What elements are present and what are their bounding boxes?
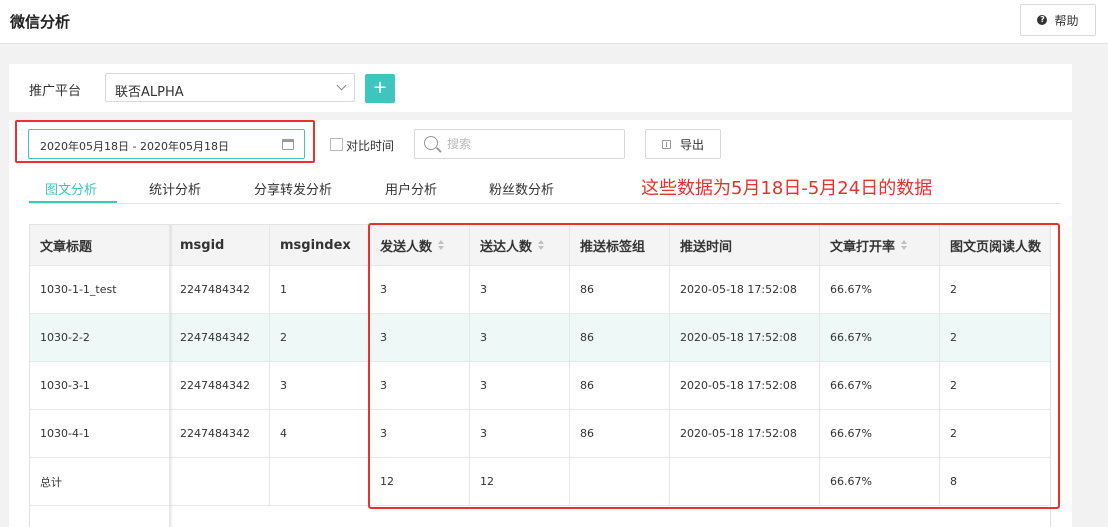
- tab-statistics-analysis[interactable]: 统计分析: [149, 179, 201, 198]
- cell-sent-count: 3: [370, 266, 470, 313]
- cell-msgid: 2247484342: [170, 362, 270, 409]
- cell-push-time: 2020-05-18 17:52:08: [670, 266, 820, 313]
- table-row: 1030-1-1_test 2247484342 1 3 3 86 2020-0…: [30, 266, 1050, 314]
- tab-share-analysis[interactable]: 分享转发分析: [254, 179, 332, 198]
- column-header-title: 文章标题: [30, 225, 170, 265]
- cell-msgid: [170, 458, 270, 505]
- cell-readers: 2: [950, 283, 957, 296]
- calendar-icon: [282, 139, 294, 150]
- search-input[interactable]: [447, 134, 617, 154]
- column-header-readers: 图文页阅读人数: [950, 239, 1042, 255]
- search-box: [414, 129, 625, 159]
- question-icon: ?: [1037, 15, 1048, 25]
- column-header-push-time: 推送时间: [670, 225, 820, 265]
- cell-msgid: 2247484342: [170, 266, 270, 313]
- annotation-note: 这些数据为5月18日-5月24日的数据: [641, 178, 933, 199]
- cell-tag-group: 86: [570, 410, 670, 457]
- platform-panel: 推广平台 联否ALPHA +: [9, 64, 1072, 112]
- column-header-delivered-count[interactable]: 送达人数: [470, 225, 570, 265]
- cell-readers: 8: [950, 475, 957, 488]
- cell-sent-count: 3: [370, 362, 470, 409]
- table-total-row: 总计 12 12 66.67% 8: [30, 458, 1050, 506]
- cell-msgindex: 1: [270, 266, 370, 313]
- export-icon: [661, 139, 671, 149]
- export-button[interactable]: 导出: [645, 129, 721, 159]
- cell-open-rate: 66.67%: [820, 410, 940, 457]
- help-button[interactable]: ? 帮助: [1020, 4, 1096, 36]
- cell-sent-count: 12: [370, 458, 470, 505]
- add-platform-button[interactable]: +: [365, 74, 395, 103]
- platform-label: 推广平台: [29, 84, 82, 99]
- table-row: 1030-3-1 2247484342 3 3 3 86 2020-05-18 …: [30, 362, 1050, 410]
- table-header-row: 文章标题 msgid msgindex 发送人数 送达人数 推送标签组 推送时间…: [30, 225, 1050, 266]
- top-bar: 微信分析 ? 帮助: [0, 0, 1108, 44]
- cell-sent-count: 3: [370, 314, 470, 361]
- cell-tag-group: 86: [570, 314, 670, 361]
- platform-select[interactable]: 联否ALPHA: [105, 73, 355, 102]
- chevron-down-icon: [336, 80, 347, 91]
- export-label: 导出: [679, 137, 704, 152]
- help-label: 帮助: [1054, 13, 1079, 28]
- cell-readers: 2: [950, 331, 957, 344]
- tab-article-analysis[interactable]: 图文分析: [45, 179, 97, 198]
- cell-title: 1030-3-1: [30, 362, 170, 409]
- cell-empty: [30, 506, 170, 527]
- cell-delivered-count: 3: [470, 314, 570, 361]
- cell-push-time: 2020-05-18 17:52:08: [670, 362, 820, 409]
- tab-fans-analysis[interactable]: 粉丝数分析: [489, 179, 554, 198]
- article-data-table: 文章标题 msgid msgindex 发送人数 送达人数 推送标签组 推送时间…: [29, 224, 1051, 527]
- cell-tag-group: 86: [570, 266, 670, 313]
- analysis-panel: 2020年05月18日 - 2020年05月18日 对比时间 导出 图文分析 统…: [9, 120, 1072, 527]
- cell-delivered-count: 3: [470, 410, 570, 457]
- cell-open-rate: 66.67%: [820, 458, 940, 505]
- cell-msgindex: 3: [270, 362, 370, 409]
- sort-icon[interactable]: [901, 240, 908, 250]
- cell-delivered-count: 3: [470, 362, 570, 409]
- platform-select-value: 联否ALPHA: [115, 85, 184, 100]
- cell-open-rate: 66.67%: [820, 362, 940, 409]
- cell-push-time: 2020-05-18 17:52:08: [670, 314, 820, 361]
- search-icon: [424, 136, 438, 150]
- sort-icon[interactable]: [438, 240, 445, 250]
- cell-tag-group: [570, 458, 670, 505]
- cell-sent-count: 3: [370, 410, 470, 457]
- compare-time-label: 对比时间: [346, 139, 395, 153]
- cell-msgindex: [270, 458, 370, 505]
- cell-title: 1030-1-1_test: [30, 266, 170, 313]
- cell-open-rate: 66.67%: [820, 314, 940, 361]
- fixed-column-shadow: [170, 225, 173, 527]
- table-row: 1030-4-1 2247484342 4 3 3 86 2020-05-18 …: [30, 410, 1050, 458]
- column-header-open-rate[interactable]: 文章打开率: [820, 225, 940, 265]
- column-header-msgid: msgid: [170, 225, 270, 265]
- cell-title: 1030-4-1: [30, 410, 170, 457]
- tab-user-analysis[interactable]: 用户分析: [385, 179, 437, 198]
- cell-readers: 2: [950, 379, 957, 392]
- cell-title: 总计: [30, 458, 170, 505]
- date-range-picker[interactable]: 2020年05月18日 - 2020年05月18日: [28, 129, 305, 159]
- date-range-value: 2020年05月18日 - 2020年05月18日: [40, 140, 229, 153]
- cell-msgindex: 2: [270, 314, 370, 361]
- cell-open-rate: 66.67%: [820, 266, 940, 313]
- cell-push-time: [670, 458, 820, 505]
- column-header-tag-group: 推送标签组: [570, 225, 670, 265]
- cell-msgid: 2247484342: [170, 410, 270, 457]
- cell-readers: 2: [950, 427, 957, 440]
- active-tab-indicator: [29, 201, 117, 203]
- cell-tag-group: 86: [570, 362, 670, 409]
- cell-push-time: 2020-05-18 17:52:08: [670, 410, 820, 457]
- table-row: 1030-2-2 2247484342 2 3 3 86 2020-05-18 …: [30, 314, 1050, 362]
- column-header-sent-count[interactable]: 发送人数: [370, 225, 470, 265]
- cell-delivered-count: 12: [470, 458, 570, 505]
- cell-title: 1030-2-2: [30, 314, 170, 361]
- cell-msgid: 2247484342: [170, 314, 270, 361]
- table-empty-row: [30, 506, 1050, 527]
- compare-time-checkbox[interactable]: [330, 138, 343, 151]
- sort-icon[interactable]: [538, 240, 545, 250]
- column-header-msgindex: msgindex: [270, 225, 370, 265]
- cell-msgindex: 4: [270, 410, 370, 457]
- page-title: 微信分析: [10, 13, 71, 31]
- cell-delivered-count: 3: [470, 266, 570, 313]
